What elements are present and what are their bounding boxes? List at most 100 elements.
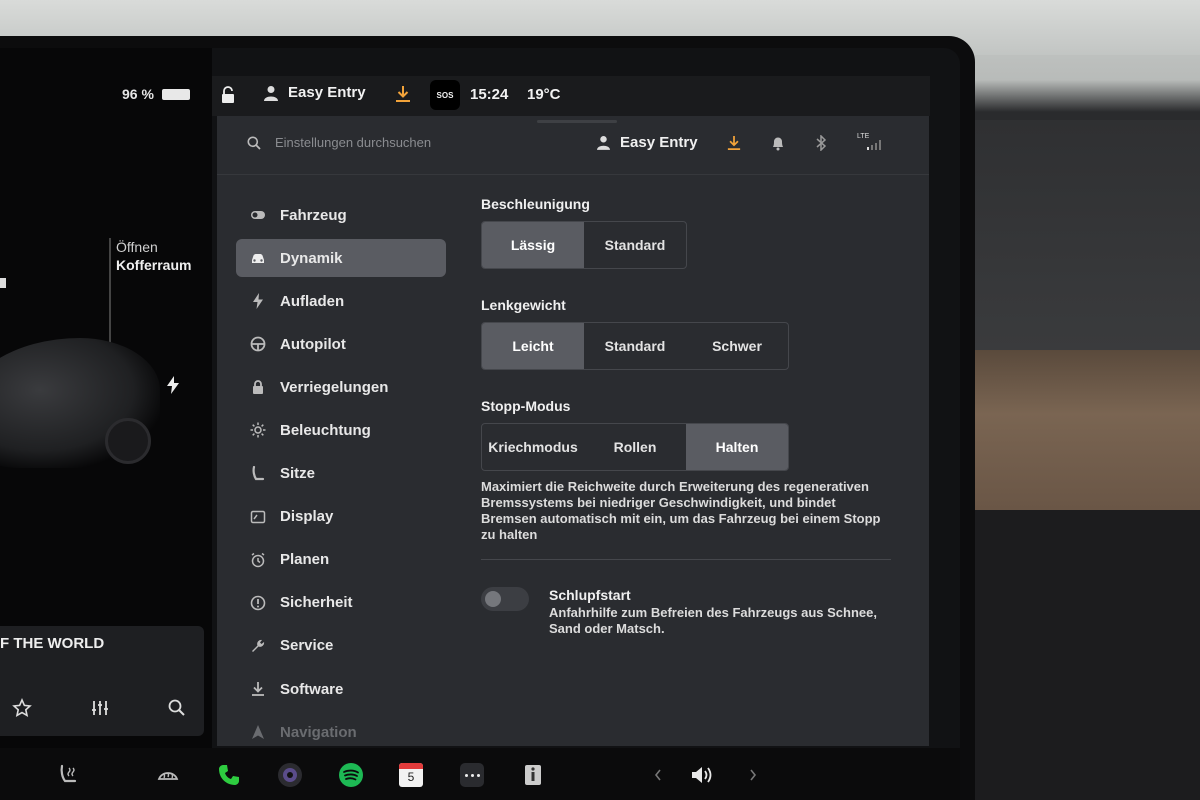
person-icon [597, 136, 610, 150]
bluetooth-icon[interactable] [815, 135, 827, 151]
trunk-label-line1: Öffnen [116, 239, 158, 255]
dot [476, 773, 480, 777]
nav-item-verriegelungen[interactable]: Verriegelungen [236, 368, 446, 406]
chevron-left-icon [654, 769, 661, 781]
sos-button[interactable]: SOS [430, 80, 460, 110]
acceleration-option-chill[interactable]: Lässig [482, 222, 584, 268]
battery-indicator: 96 % [122, 86, 190, 102]
nav-label: Fahrzeug [280, 206, 347, 224]
nav-item-dynamik[interactable]: Dynamik [236, 239, 446, 278]
slip-start-row: Schlupfstart Anfahrhilfe zum Befreien de… [481, 587, 901, 647]
navigation-icon [252, 725, 264, 740]
battery-percent: 96 % [122, 86, 154, 102]
acceleration-title: Beschleunigung [481, 196, 590, 212]
driver-profile-button[interactable]: Easy Entry [264, 84, 366, 101]
section-divider [481, 559, 891, 560]
car-panel: 96 % Öffnen Kofferraum F THE WORLD [0, 48, 212, 748]
defrost-button[interactable] [155, 762, 181, 788]
bell-icon[interactable] [771, 136, 785, 151]
nav-label: Verriegelungen [280, 378, 389, 396]
toggle-knob [485, 591, 501, 607]
volume-button[interactable] [690, 762, 716, 788]
star-icon[interactable] [12, 698, 32, 718]
profile-name: Easy Entry [620, 134, 698, 151]
frunk-indicator [0, 278, 6, 288]
charge-port-icon[interactable] [165, 376, 181, 394]
steering-option-heavy[interactable]: Schwer [686, 323, 788, 369]
clock: 15:24 [470, 86, 509, 103]
battery-icon [161, 88, 190, 100]
chevron-right-icon [750, 769, 757, 781]
search-icon [247, 136, 261, 150]
media-title: F THE WORLD [0, 635, 105, 652]
unlock-icon[interactable] [220, 86, 236, 104]
steering-title: Lenkgewicht [481, 297, 566, 313]
slip-start-description: Anfahrhilfe zum Befreien des Fahrzeugs a… [549, 605, 877, 636]
nav-label: Dynamik [280, 249, 343, 267]
drag-handle[interactable] [537, 120, 617, 123]
display-icon [250, 510, 266, 523]
nav-label: Aufladen [280, 292, 345, 310]
nav-label: Sitze [280, 465, 316, 483]
acceleration-selector: Lässig Standard [481, 221, 687, 269]
car-icon [252, 254, 264, 264]
lock-icon [253, 380, 263, 395]
nav-item-aufladen[interactable]: Aufladen [236, 282, 446, 320]
acceleration-option-standard[interactable]: Standard [584, 222, 686, 268]
nav-item-sitze[interactable]: Sitze [236, 455, 446, 493]
nav-item-navigation[interactable]: Navigation [236, 713, 446, 751]
download-icon[interactable] [395, 85, 411, 103]
seat-heater-button[interactable] [56, 762, 82, 788]
volume-down-button[interactable] [645, 762, 671, 788]
profile-button[interactable]: Easy Entry [597, 134, 698, 151]
settings-topbar: Einstellungen durchsuchen Easy Entry LTE [217, 116, 929, 175]
nav-item-autopilot[interactable]: Autopilot [236, 325, 446, 363]
nav-item-display[interactable]: Display [236, 498, 446, 536]
camera-icon [278, 763, 302, 787]
nav-item-planen[interactable]: Planen [236, 541, 446, 579]
stop-mode-option-roll[interactable]: Rollen [584, 424, 686, 470]
search-icon[interactable] [167, 698, 187, 718]
equalizer-icon[interactable] [90, 698, 110, 718]
steering-option-light[interactable]: Leicht [482, 323, 584, 369]
nav-item-beleuchtung[interactable]: Beleuchtung [236, 411, 446, 449]
phone-button[interactable] [216, 762, 242, 788]
steering-wheel-icon [250, 336, 266, 352]
settings-search[interactable]: Einstellungen durchsuchen [247, 135, 431, 150]
volume-up-button[interactable] [740, 762, 766, 788]
open-trunk-button[interactable]: Öffnen Kofferraum [116, 238, 191, 274]
cellular-signal: LTE [857, 133, 883, 151]
seat-icon [252, 465, 265, 480]
manual-button[interactable] [520, 762, 546, 788]
stop-mode-title: Stopp-Modus [481, 398, 571, 414]
nav-item-service[interactable]: Service [236, 627, 446, 665]
nav-label: Beleuchtung [280, 421, 371, 439]
stop-mode-selector: Kriechmodus Rollen Halten [481, 423, 789, 471]
phone-icon [219, 765, 239, 785]
bottom-dock: 5 [0, 748, 960, 800]
lightning-icon [253, 293, 263, 310]
nav-label: Planen [280, 551, 330, 569]
settings-panel: Einstellungen durchsuchen Easy Entry LTE… [217, 116, 929, 746]
camera-button[interactable] [277, 762, 303, 788]
stop-mode-description: Maximiert die Reichweite durch Erweiteru… [481, 479, 881, 542]
stop-mode-option-hold[interactable]: Halten [686, 424, 788, 470]
calendar-button[interactable]: 5 [398, 762, 424, 788]
download-icon[interactable] [727, 135, 741, 151]
background-lower [970, 510, 1200, 800]
nav-item-sicherheit[interactable]: Sicherheit [236, 584, 446, 622]
nav-item-software[interactable]: Software [236, 670, 446, 708]
spotify-icon [339, 763, 363, 787]
slip-start-toggle[interactable] [481, 587, 529, 611]
steering-option-standard[interactable]: Standard [584, 323, 686, 369]
stop-mode-option-creep[interactable]: Kriechmodus [482, 424, 584, 470]
nav-item-fahrzeug[interactable]: Fahrzeug [236, 196, 446, 234]
more-icon [460, 763, 484, 787]
more-apps-button[interactable] [459, 762, 485, 788]
seat-heater-icon [60, 764, 77, 783]
spotify-button[interactable] [338, 762, 364, 788]
slip-start-title: Schlupfstart [549, 587, 631, 603]
topbar-icons: LTE [727, 133, 883, 151]
nav-label: Service [280, 637, 334, 655]
nav-label: Software [280, 680, 344, 698]
